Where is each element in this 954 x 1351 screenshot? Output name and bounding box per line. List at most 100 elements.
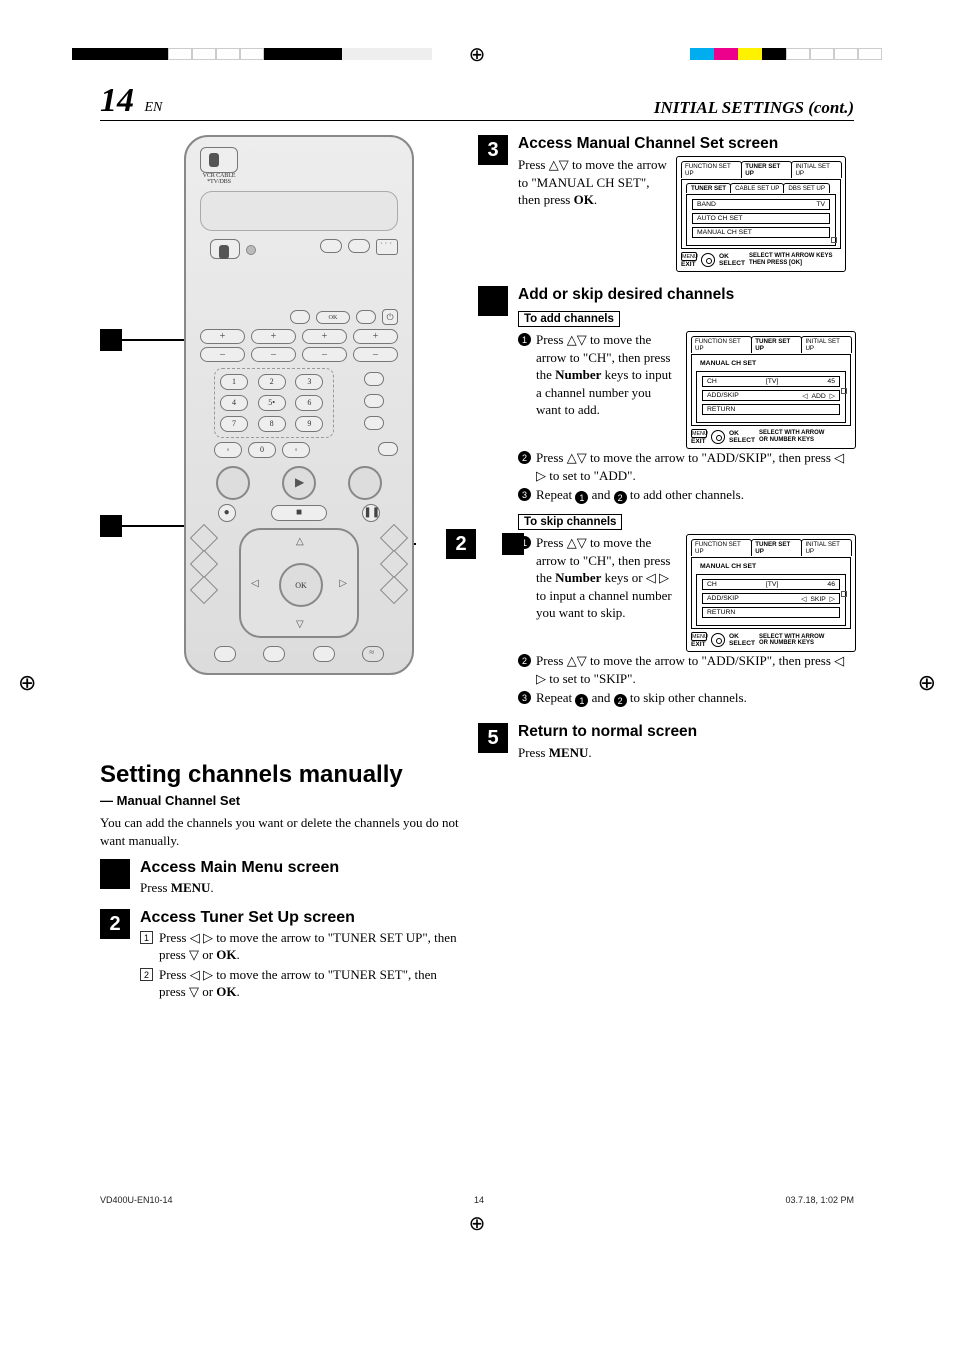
osd-manual-add: FUNCTION SET UP TUNER SET UP INITIAL SET… bbox=[686, 331, 856, 449]
kbtn-left: ◦ bbox=[214, 442, 242, 458]
registration-bar: ⊕ bbox=[0, 0, 954, 66]
intro-text: You can add the channels you want or del… bbox=[100, 814, 460, 849]
section-title: INITIAL SETTINGS (cont.) bbox=[654, 98, 854, 118]
osd-row-ch: CH[TV]46 bbox=[702, 579, 840, 590]
add-bullet-3: 3 Repeat 1 and 2 to add other channels. bbox=[518, 486, 856, 504]
footer-reg-target-icon: ⊕ bbox=[0, 1211, 954, 1236]
step-1-title: Access Main Menu screen bbox=[140, 859, 460, 877]
step-2-sub2: 2 Press ◁ ▷ to move the arrow to "TUNER … bbox=[140, 966, 460, 1001]
oval-button bbox=[320, 239, 342, 253]
wheel-icon bbox=[711, 633, 725, 647]
grid-button bbox=[376, 239, 398, 255]
plus-row: + + + + bbox=[200, 329, 398, 344]
cursor-indicator-icon bbox=[831, 237, 837, 243]
rec-icon: ● bbox=[218, 504, 236, 522]
step-2-sub1: 1 Press ◁ ▷ to move the arrow to "TUNER … bbox=[140, 929, 460, 964]
switch-labels: VCR CABLE *TV/DBS bbox=[200, 173, 238, 185]
step-2-title: Access Tuner Set Up screen bbox=[140, 909, 460, 927]
step-5-title: Return to normal screen bbox=[518, 723, 856, 741]
step-5: 5 Return to normal screen Press MENU. bbox=[478, 723, 856, 762]
dpad-up-icon: △ bbox=[296, 536, 304, 547]
ok-pill: OK bbox=[316, 311, 350, 324]
callout-step4 bbox=[100, 515, 122, 537]
osd-row-band: BANDTV bbox=[692, 199, 830, 210]
oval-button bbox=[348, 239, 370, 253]
side-button bbox=[378, 442, 398, 456]
number-keypad: 1 2 3 4 5• 6 7 8 9 bbox=[214, 368, 334, 438]
step-4: Add or skip desired channels To add chan… bbox=[478, 286, 856, 709]
crop-mark-right-icon: ⊕ bbox=[918, 670, 936, 696]
power-icon: ⏻ bbox=[382, 309, 398, 325]
step-4-title: Add or skip desired channels bbox=[518, 286, 856, 304]
step-5-marker: 5 bbox=[478, 723, 508, 753]
osd-row-manualch: MANUAL CH SET bbox=[692, 227, 830, 238]
add-bullet-1: 1 Press △▽ to move the arrow to "CH", th… bbox=[518, 331, 678, 419]
dpad-right-icon: ▷ bbox=[339, 578, 347, 589]
pause-icon: ❚❚ bbox=[362, 504, 380, 522]
step-3-marker: 3 bbox=[478, 135, 508, 165]
step-3-title: Access Manual Channel Set screen bbox=[518, 135, 856, 153]
skip-bullet-2: 2 Press △▽ to move the arrow to "ADD/SKI… bbox=[518, 652, 856, 687]
cursor-indicator-icon bbox=[841, 591, 847, 597]
remote-body: VCR CABLE *TV/DBS bbox=[184, 135, 414, 675]
page-header: 14 EN INITIAL SETTINGS (cont.) bbox=[100, 84, 854, 121]
footer-timestamp: 03.7.18, 1:02 PM bbox=[785, 1195, 854, 1205]
kbtn-right: ◦ bbox=[282, 442, 310, 458]
bottom-button-wave-icon bbox=[362, 646, 384, 662]
wheel-icon bbox=[701, 253, 715, 267]
dpad-down-icon: ▽ bbox=[296, 619, 304, 630]
bottom-button bbox=[214, 646, 236, 662]
reg-marks-right bbox=[690, 48, 882, 60]
led-icon bbox=[246, 245, 256, 255]
menu-key-icon: MENU bbox=[691, 632, 707, 641]
menu-key-icon: MENU bbox=[681, 252, 697, 261]
osd-row-ch: CH[TV]45 bbox=[702, 376, 840, 387]
step-4-marker bbox=[478, 286, 508, 316]
osd-row-addskip: ADD/SKIP ◁ SKIP ▷ bbox=[702, 593, 840, 604]
page-lang: EN bbox=[145, 100, 163, 115]
callout-step1 bbox=[100, 329, 122, 351]
side-button bbox=[364, 372, 384, 386]
dpad: △ ▽ ◁ ▷ OK bbox=[200, 528, 398, 638]
osd-row-addskip: ADD/SKIP ◁ ADD ▷ bbox=[702, 390, 840, 401]
to-add-channels-label: To add channels bbox=[518, 311, 620, 327]
step-1: Access Main Menu screen Press MENU. bbox=[100, 859, 460, 897]
dpad-ok: OK bbox=[279, 563, 323, 607]
step-3-text: Press △▽ to move the arrow to "MANUAL CH… bbox=[518, 156, 668, 209]
step-1-marker bbox=[100, 859, 130, 889]
cursor-indicator-icon bbox=[841, 388, 847, 394]
side-diamond-button bbox=[190, 550, 218, 578]
heading-setting-channels: Setting channels manually bbox=[100, 761, 460, 789]
display-panel bbox=[200, 191, 398, 231]
osd-row-autoch: AUTO CH SET bbox=[692, 213, 830, 224]
osd-row-return: RETURN bbox=[702, 404, 840, 415]
side-diamond-button bbox=[190, 576, 218, 604]
subheading-manual-ch-set: — Manual Channel Set bbox=[100, 793, 460, 808]
stop-button: ■ bbox=[271, 505, 327, 521]
osd-hint: SELECT WITH ARROW KEYSTHEN PRESS [OK] bbox=[749, 253, 832, 266]
footer-page: 14 bbox=[474, 1195, 484, 1205]
small-switch bbox=[210, 239, 240, 259]
menu-key-icon: MENU bbox=[691, 429, 707, 438]
osd-tuner-set: FUNCTION SET UP TUNER SET UP INITIAL SET… bbox=[676, 156, 846, 272]
osd-row-return: RETURN bbox=[702, 607, 840, 618]
page-number: 14 EN bbox=[100, 84, 162, 118]
small-button bbox=[290, 310, 310, 324]
step-5-text: Press MENU. bbox=[518, 744, 856, 762]
side-minus-button bbox=[380, 576, 408, 604]
crop-mark-left-icon: ⊕ bbox=[18, 670, 36, 696]
side-button bbox=[364, 416, 384, 430]
side-button bbox=[364, 394, 384, 408]
remote-diagram: 5 2 VCR CABLE *TV/DBS bbox=[100, 135, 460, 745]
play-ring-icon bbox=[282, 466, 316, 500]
skip-bullet-3: 3 Repeat 1 and 2 to skip other channels. bbox=[518, 689, 856, 707]
transport-ring-row bbox=[200, 466, 398, 500]
bottom-button bbox=[263, 646, 285, 662]
dpad-left-icon: ◁ bbox=[251, 578, 259, 589]
wheel-icon bbox=[711, 430, 725, 444]
step-2: 2 Access Tuner Set Up screen 1 Press ◁ ▷… bbox=[100, 909, 460, 1003]
side-diamond-button bbox=[380, 550, 408, 578]
small-button bbox=[356, 310, 376, 324]
side-plus-button bbox=[380, 524, 408, 552]
reg-marks-left bbox=[72, 48, 264, 60]
